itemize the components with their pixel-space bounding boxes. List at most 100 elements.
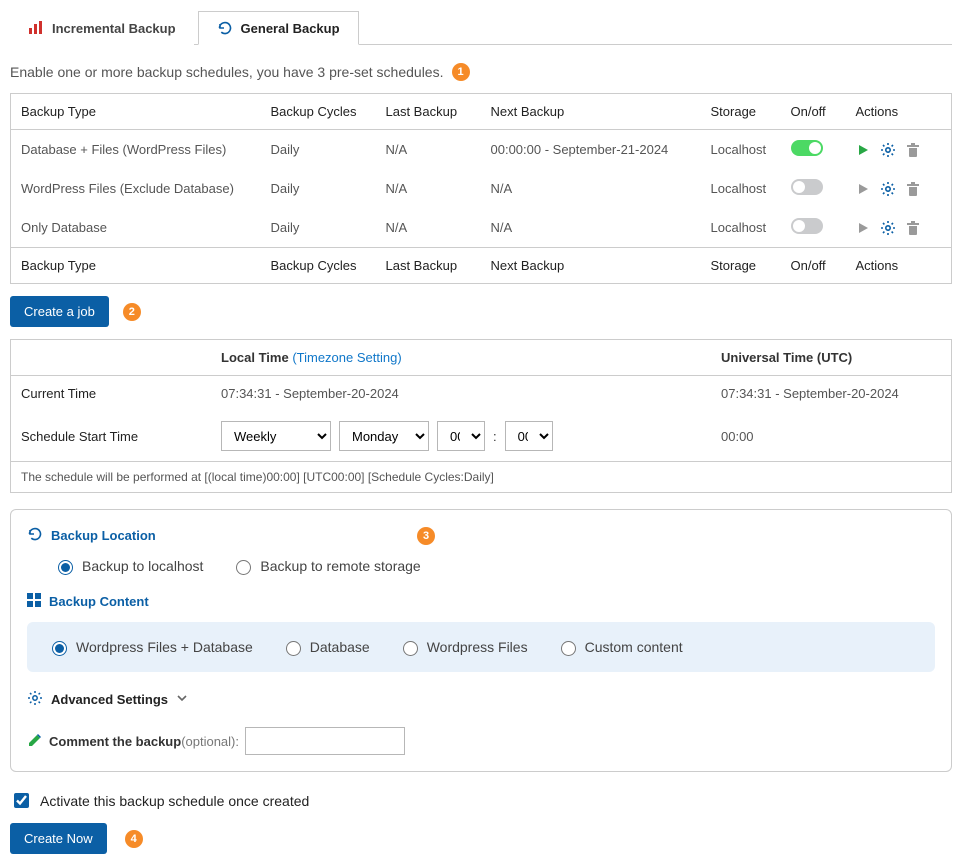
- local-time-label: Local Time: [221, 350, 289, 365]
- current-time-label: Current Time: [11, 376, 211, 411]
- comment-row: Comment the backup(optional):: [27, 727, 935, 755]
- backup-remote-option[interactable]: Backup to remote storage: [231, 557, 420, 575]
- foot-cycles: Backup Cycles: [261, 248, 376, 284]
- create-now-button[interactable]: Create Now: [10, 823, 107, 854]
- gear-icon[interactable]: [880, 181, 896, 197]
- minute-select[interactable]: 00: [505, 421, 553, 451]
- cell-onoff: [781, 208, 846, 248]
- hour-select[interactable]: 00: [437, 421, 485, 451]
- backup-remote-radio[interactable]: [236, 560, 251, 575]
- history-icon: [27, 526, 43, 545]
- cell-last: N/A: [376, 130, 481, 170]
- trash-icon[interactable]: [906, 142, 920, 158]
- play-icon[interactable]: [856, 182, 870, 196]
- backup-content-header: Backup Content: [27, 593, 935, 610]
- foot-actions: Actions: [846, 248, 952, 284]
- trash-icon[interactable]: [906, 220, 920, 236]
- tab-incremental-label: Incremental Backup: [52, 21, 176, 36]
- foot-onoff: On/off: [781, 248, 846, 284]
- backup-localhost-option[interactable]: Backup to localhost: [53, 557, 203, 575]
- content-custom-radio[interactable]: [561, 641, 576, 656]
- onoff-toggle[interactable]: [791, 218, 823, 234]
- create-job-button[interactable]: Create a job: [10, 296, 109, 327]
- gear-icon[interactable]: [880, 142, 896, 158]
- utc-time-header: Universal Time (UTC): [711, 340, 951, 375]
- cell-cycles: Daily: [261, 169, 376, 208]
- backup-content-title: Backup Content: [49, 594, 149, 609]
- cell-actions: [846, 208, 952, 248]
- cell-next: N/A: [481, 169, 701, 208]
- schedule-start-utc: 00:00: [711, 419, 951, 454]
- content-files-db-radio[interactable]: [52, 641, 67, 656]
- foot-next: Next Backup: [481, 248, 701, 284]
- backup-options-card: Backup Location 3 Backup to localhost Ba…: [10, 509, 952, 772]
- frequency-select[interactable]: Weekly: [221, 421, 331, 451]
- content-files-db-label: Wordpress Files + Database: [76, 639, 253, 655]
- chevron-down-icon: [176, 692, 188, 707]
- foot-last: Last Backup: [376, 248, 481, 284]
- cell-next: 00:00:00 - September-21-2024: [481, 130, 701, 170]
- content-files-option[interactable]: Wordpress Files: [398, 638, 528, 656]
- col-type: Backup Type: [11, 94, 261, 130]
- comment-input[interactable]: [245, 727, 405, 755]
- onoff-toggle[interactable]: [791, 140, 823, 156]
- foot-type: Backup Type: [11, 248, 261, 284]
- onoff-toggle[interactable]: [791, 179, 823, 195]
- step-badge-3: 3: [417, 527, 435, 545]
- col-cycles: Backup Cycles: [261, 94, 376, 130]
- backup-localhost-label: Backup to localhost: [82, 558, 203, 574]
- col-actions: Actions: [846, 94, 952, 130]
- schedule-note: The schedule will be performed at [(loca…: [11, 461, 951, 492]
- table-row: Only DatabaseDailyN/AN/ALocalhost: [11, 208, 952, 248]
- content-files-label: Wordpress Files: [427, 639, 528, 655]
- activate-schedule-checkbox[interactable]: [14, 793, 29, 808]
- backup-content-options: Wordpress Files + Database Database Word…: [27, 622, 935, 672]
- cell-storage: Localhost: [701, 208, 781, 248]
- play-icon[interactable]: [856, 221, 870, 235]
- content-custom-option[interactable]: Custom content: [556, 638, 683, 656]
- content-custom-label: Custom content: [585, 639, 683, 655]
- intro-text: Enable one or more backup schedules, you…: [10, 64, 444, 80]
- day-select[interactable]: Monday: [339, 421, 429, 451]
- history-icon: [217, 20, 233, 36]
- step-badge-1: 1: [452, 63, 470, 81]
- backup-location-title: Backup Location: [51, 528, 156, 543]
- trash-icon[interactable]: [906, 181, 920, 197]
- timezone-setting-link[interactable]: (Timezone Setting): [292, 350, 401, 365]
- schedule-start-label: Schedule Start Time: [11, 419, 211, 454]
- col-last: Last Backup: [376, 94, 481, 130]
- cell-last: N/A: [376, 169, 481, 208]
- content-db-radio[interactable]: [286, 641, 301, 656]
- cell-onoff: [781, 169, 846, 208]
- content-files-db-option[interactable]: Wordpress Files + Database: [47, 638, 253, 656]
- schedule-start-controls: Weekly Monday 00 : 00: [211, 411, 711, 461]
- advanced-settings-toggle[interactable]: Advanced Settings: [27, 690, 935, 709]
- backup-location-header: Backup Location 3: [27, 526, 935, 545]
- col-onoff: On/off: [781, 94, 846, 130]
- tab-general-label: General Backup: [241, 21, 340, 36]
- foot-storage: Storage: [701, 248, 781, 284]
- content-db-option[interactable]: Database: [281, 638, 370, 656]
- edit-icon: [27, 732, 43, 751]
- tab-general[interactable]: General Backup: [198, 11, 359, 45]
- activate-schedule-option[interactable]: Activate this backup schedule once creat…: [10, 790, 952, 811]
- backup-remote-label: Backup to remote storage: [260, 558, 420, 574]
- gear-icon: [27, 690, 43, 709]
- play-icon[interactable]: [856, 143, 870, 157]
- col-next: Next Backup: [481, 94, 701, 130]
- schedules-table: Backup Type Backup Cycles Last Backup Ne…: [10, 93, 952, 284]
- intro-row: Enable one or more backup schedules, you…: [10, 63, 952, 81]
- comment-label: Comment the backup(optional):: [49, 734, 239, 749]
- backup-localhost-radio[interactable]: [58, 560, 73, 575]
- cell-type: Database + Files (WordPress Files): [11, 130, 261, 170]
- content-files-radio[interactable]: [403, 641, 418, 656]
- step-badge-4: 4: [125, 830, 143, 848]
- gear-icon[interactable]: [880, 220, 896, 236]
- col-storage: Storage: [701, 94, 781, 130]
- cell-storage: Localhost: [701, 169, 781, 208]
- activate-schedule-label: Activate this backup schedule once creat…: [40, 793, 309, 809]
- cell-type: Only Database: [11, 208, 261, 248]
- cell-last: N/A: [376, 208, 481, 248]
- tab-incremental[interactable]: Incremental Backup: [10, 11, 194, 45]
- final-row: Create Now 4: [10, 823, 952, 854]
